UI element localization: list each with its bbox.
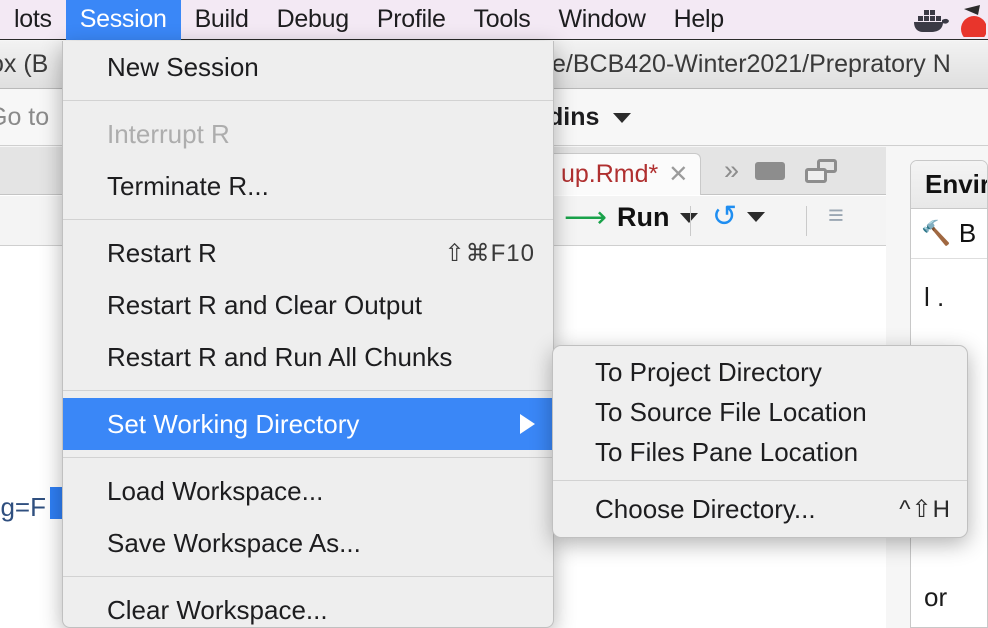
toolbar-divider <box>806 206 807 236</box>
submenu-item-to-project-directory[interactable]: To Project Directory <box>553 352 967 392</box>
menu-item-label: Interrupt R <box>107 118 230 149</box>
menu-item-label: Load Workspace... <box>107 475 324 506</box>
menu-item-restart-r-run-all-chunks[interactable]: Restart R and Run All Chunks <box>63 331 553 383</box>
submenu-item-label: To Source File Location <box>595 396 867 427</box>
submenu-item-to-files-pane-location[interactable]: To Files Pane Location <box>553 432 967 472</box>
submenu-arrow-icon <box>520 414 535 434</box>
chevron-down-icon[interactable] <box>679 212 698 223</box>
files-pane-path-fragment: ox (B <box>0 50 49 78</box>
menu-debug[interactable]: Debug <box>263 0 363 40</box>
toolbar-divider <box>690 206 691 236</box>
build-button-label[interactable]: B <box>959 218 976 249</box>
menu-item-label: Set Working Directory <box>107 408 360 439</box>
submenu-item-label: To Project Directory <box>595 356 822 387</box>
environment-text-fragment: or <box>924 582 948 612</box>
chevron-down-icon[interactable] <box>747 212 766 222</box>
red-status-icon[interactable] <box>958 3 986 37</box>
menu-session[interactable]: Session <box>65 0 181 40</box>
menu-separator <box>63 576 553 577</box>
menu-profile[interactable]: Profile <box>363 0 460 40</box>
submenu-separator <box>553 480 967 481</box>
menu-separator <box>63 457 553 458</box>
menu-separator <box>63 390 553 391</box>
menu-item-restart-r-clear-output[interactable]: Restart R and Clear Output <box>63 279 553 331</box>
menu-item-label: Terminate R... <box>107 170 269 201</box>
close-icon[interactable]: ✕ <box>668 160 688 189</box>
menu-item-label: Restart R and Clear Output <box>107 289 423 320</box>
editor-code-fragment-blue: ng=F <box>0 492 46 522</box>
environment-toolbar-row: 🔨 B <box>911 209 987 259</box>
menu-item-terminate-r[interactable]: Terminate R... <box>63 160 553 212</box>
menu-item-label: New Session <box>107 51 259 82</box>
menu-item-shortcut: ⇧⌘F10 <box>444 239 535 267</box>
submenu-item-to-source-file-location[interactable]: To Source File Location <box>553 392 967 432</box>
hammer-icon[interactable]: 🔨 <box>921 219 951 248</box>
submenu-item-shortcut: ^⇧H <box>899 495 951 523</box>
menu-bar: lots Session Build Debug Profile Tools W… <box>0 0 988 40</box>
submenu-item-label: To Files Pane Location <box>595 436 859 467</box>
go-to-file-placeholder: Go to <box>0 103 50 131</box>
menu-item-label: Save Workspace As... <box>107 527 361 558</box>
source-tab-label: up.Rmd* <box>561 160 659 188</box>
run-arrow-icon[interactable]: ⟶ <box>564 202 607 233</box>
menu-item-clear-workspace[interactable]: Clear Workspace... <box>63 584 553 627</box>
menu-item-interrupt-r: Interrupt R <box>63 108 553 160</box>
minimize-pane-icon[interactable] <box>755 161 786 180</box>
menu-item-load-workspace[interactable]: Load Workspace... <box>63 465 553 517</box>
project-path-text: e/BCB420-Winter2021/Prepratory N <box>552 50 951 78</box>
menu-item-restart-r[interactable]: Restart R ⇧⌘F10 <box>63 227 553 279</box>
source-tab-active[interactable]: up.Rmd* ✕ <box>548 153 702 195</box>
set-working-directory-submenu[interactable]: To Project Directory To Source File Loca… <box>552 345 968 538</box>
chevrons-right-icon[interactable]: » <box>724 155 739 186</box>
chevron-down-icon[interactable] <box>613 112 632 123</box>
maximize-pane-icon[interactable] <box>805 158 838 183</box>
menu-item-label: Restart R and Run All Chunks <box>107 341 453 372</box>
session-menu-dropdown[interactable]: New Session Interrupt R Terminate R... R… <box>62 41 554 628</box>
document-outline-icon[interactable]: ≡ <box>828 202 844 229</box>
rerun-chunks-icon[interactable]: ↺ <box>712 202 737 232</box>
menu-item-label: Clear Workspace... <box>107 594 328 625</box>
menu-item-label: Restart R <box>107 237 217 268</box>
environment-text-fragment: l . <box>924 282 945 312</box>
docker-whale-icon[interactable] <box>910 5 950 35</box>
menu-separator <box>63 219 553 220</box>
submenu-item-label: Choose Directory... <box>595 493 816 524</box>
addins-button-label[interactable]: dins <box>548 103 599 132</box>
menu-separator <box>63 100 553 101</box>
menu-item-set-working-directory[interactable]: Set Working Directory <box>63 398 553 450</box>
menu-help[interactable]: Help <box>660 0 738 40</box>
menu-item-new-session[interactable]: New Session <box>63 41 553 93</box>
menu-window[interactable]: Window <box>544 0 659 40</box>
menu-item-save-workspace-as[interactable]: Save Workspace As... <box>63 517 553 569</box>
environment-pane-title[interactable]: Envir <box>911 161 987 209</box>
run-button-label[interactable]: Run <box>617 202 669 233</box>
menu-tools[interactable]: Tools <box>460 0 545 40</box>
submenu-item-choose-directory[interactable]: Choose Directory... ^⇧H <box>553 489 967 529</box>
menu-plots[interactable]: lots <box>0 0 66 40</box>
menu-build[interactable]: Build <box>181 0 263 40</box>
